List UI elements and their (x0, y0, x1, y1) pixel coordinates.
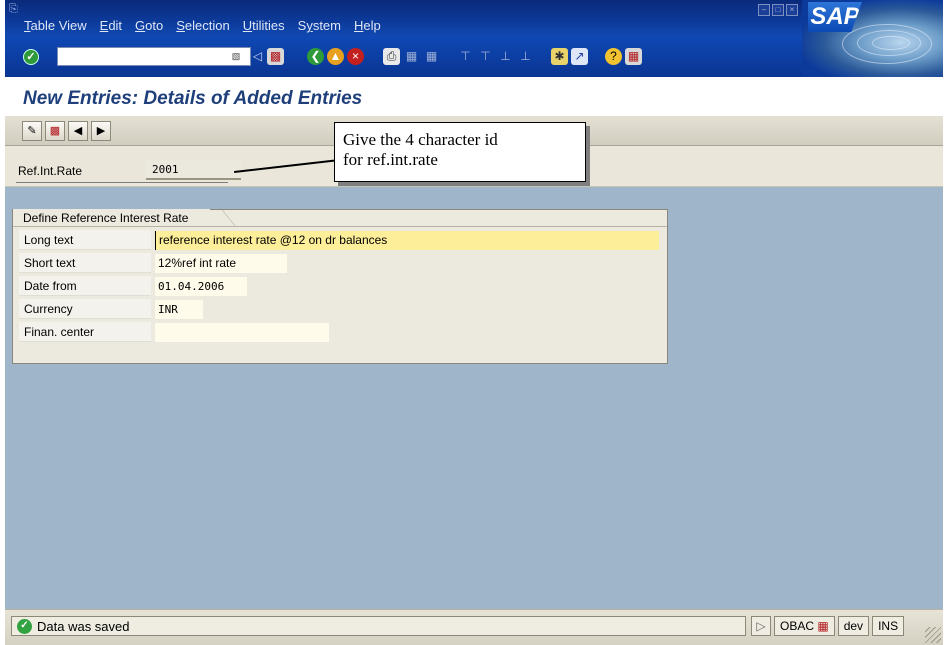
menu-table-view[interactable]: Table View (17, 18, 93, 34)
screen-title-bar: New Entries: Details of Added Entries (5, 77, 943, 116)
status-message: Data was saved (37, 619, 130, 634)
status-expand-icon[interactable]: ▷ (751, 616, 771, 636)
long-text-row: Long text reference interest rate @12 on… (19, 230, 659, 251)
menu-goto[interactable]: Goto (128, 18, 169, 34)
menu-utilities[interactable]: Utilities (236, 18, 291, 34)
status-fields: ▷ OBAC ▦ dev INS (751, 616, 905, 636)
next-entry-icon[interactable]: ▶ (91, 121, 111, 141)
layout-menu-icon[interactable]: ▦ (625, 48, 642, 65)
currency-row: Currency INR (19, 299, 659, 320)
back-icon[interactable]: ❮ (307, 48, 324, 65)
define-reference-interest-rate-group: Define Reference Interest Rate Long text… (12, 209, 668, 364)
date-from-field[interactable]: 01.04.2006 (155, 277, 247, 296)
ref-int-rate-label: Ref.Int.Rate (18, 164, 83, 178)
sap-logo: SAP (802, 0, 943, 77)
status-bar: ✓ Data was saved ▷ OBAC ▦ dev INS (5, 609, 943, 645)
maximize-icon[interactable]: □ (772, 4, 784, 16)
window-controls: – □ × (758, 4, 798, 16)
find-next-icon[interactable]: ▦ (423, 48, 440, 65)
previous-entry-icon[interactable]: ◀ (68, 121, 88, 141)
status-message-box[interactable]: ✓ Data was saved (11, 616, 746, 636)
date-from-label: Date from (19, 276, 151, 296)
date-from-row: Date from 01.04.2006 (19, 276, 659, 297)
system-id-text: OBAC (780, 619, 815, 633)
system-menu-icon[interactable]: ⎘ (9, 3, 23, 15)
standard-toolbar: ✓ ▧ ◁ ▩ ❮ ▲ × ⎙ ▦ ▦ ⊤ ⊤ ⊥ ⊥ ✱ ↗ ? ▦ (5, 36, 802, 77)
short-text-row: Short text 12%ref int rate (19, 253, 659, 274)
change-display-icon[interactable]: ✎ (22, 121, 42, 141)
sap-logo-text: SAP (808, 2, 862, 32)
last-page-icon[interactable]: ⊥ (517, 48, 534, 65)
menu-system[interactable]: System (291, 18, 347, 34)
delete-entry-icon[interactable]: ▩ (45, 121, 65, 141)
menu-help[interactable]: Help (347, 18, 387, 34)
short-text-field[interactable]: 12%ref int rate (155, 254, 287, 273)
success-check-icon: ✓ (17, 619, 32, 634)
collapse-arrow-icon[interactable]: ◁ (249, 48, 266, 65)
resize-grip-icon[interactable] (925, 627, 941, 643)
print-icon[interactable]: ⎙ (383, 48, 400, 65)
work-area: Ref.Int.Rate 2001 Define Reference Inter… (5, 146, 943, 609)
callout-line-2: for ref.int.rate (343, 150, 438, 169)
save-icon[interactable]: ▩ (267, 48, 284, 65)
menu-selection[interactable]: Selection (169, 18, 235, 34)
first-page-icon[interactable]: ⊤ (457, 48, 474, 65)
help-icon[interactable]: ? (605, 48, 622, 65)
finan-center-row: Finan. center (19, 322, 659, 343)
system-id[interactable]: OBAC ▦ (774, 616, 835, 636)
annotation-callout: Give the 4 character id for ref.int.rate (334, 122, 586, 182)
create-shortcut-icon[interactable]: ↗ (571, 48, 588, 65)
close-icon[interactable]: × (786, 4, 798, 16)
divider (13, 226, 667, 227)
system-info-icon: ▦ (817, 619, 829, 633)
callout-line-1: Give the 4 character id (343, 130, 498, 149)
menu-bar: Table View Edit Goto Selection Utilities… (17, 18, 387, 34)
divider (16, 182, 228, 183)
long-text-field[interactable]: reference interest rate @12 on dr balanc… (155, 231, 659, 250)
cancel-icon[interactable]: × (347, 48, 364, 65)
next-page-icon[interactable]: ⊥ (497, 48, 514, 65)
find-icon[interactable]: ▦ (403, 48, 420, 65)
exit-icon[interactable]: ▲ (327, 48, 344, 65)
currency-field[interactable]: INR (155, 300, 203, 319)
insert-mode[interactable]: INS (872, 616, 905, 636)
long-text-label: Long text (19, 230, 151, 250)
group-tab-edge (222, 209, 236, 227)
ref-int-rate-field[interactable]: 2001 (146, 160, 241, 180)
previous-page-icon[interactable]: ⊤ (477, 48, 494, 65)
page-title: New Entries: Details of Added Entries (23, 88, 363, 109)
command-history-icon[interactable]: ▧ (229, 49, 243, 63)
currency-label: Currency (19, 299, 151, 319)
menu-edit[interactable]: Edit (93, 18, 128, 34)
finan-center-label: Finan. center (19, 322, 151, 342)
group-title: Define Reference Interest Rate (13, 209, 211, 227)
enter-check-icon[interactable]: ✓ (23, 49, 39, 65)
minimize-icon[interactable]: – (758, 4, 770, 16)
short-text-label: Short text (19, 253, 151, 273)
client-server: dev (837, 616, 870, 636)
create-session-icon[interactable]: ✱ (551, 48, 568, 65)
command-field[interactable] (57, 47, 251, 66)
finan-center-field[interactable] (155, 323, 329, 342)
